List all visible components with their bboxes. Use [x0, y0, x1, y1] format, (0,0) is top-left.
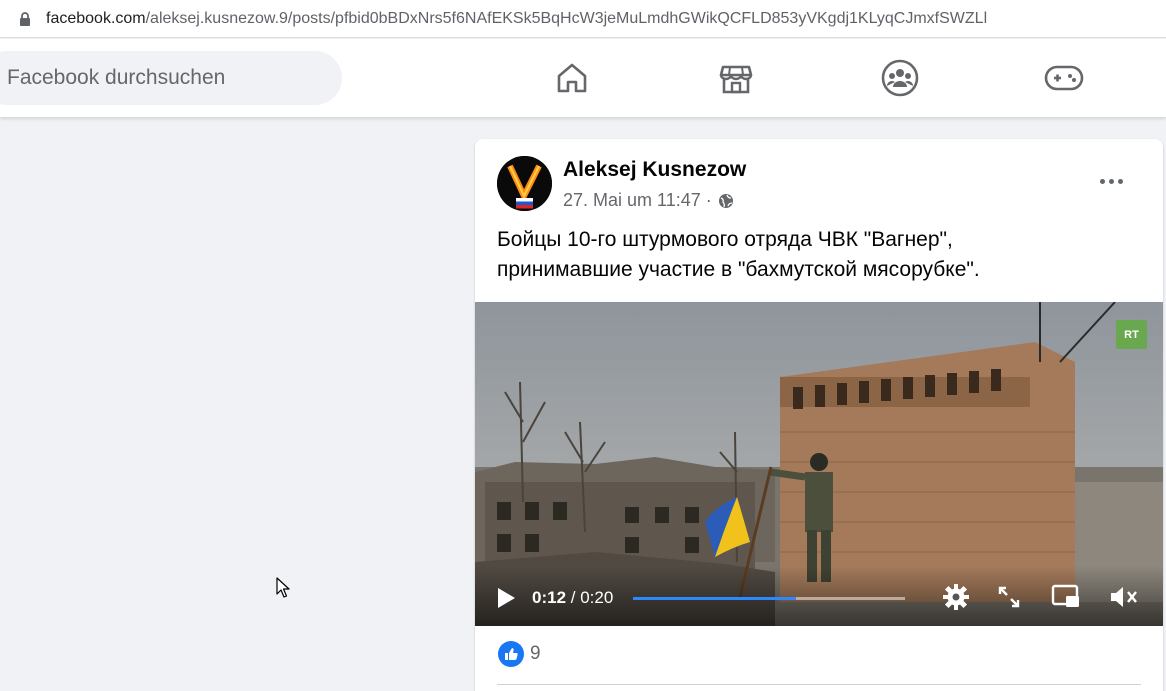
cursor-icon [276, 577, 290, 599]
post-timestamp[interactable]: 27. Mai um 11:47 · [563, 190, 712, 211]
post-meta: 27. Mai um 11:47 · [563, 190, 734, 211]
search-box[interactable] [0, 51, 342, 105]
marketplace-icon[interactable] [714, 56, 758, 100]
video-time: 0:12 / 0:20 [532, 588, 613, 608]
url-path: /aleksej.kusnezow.9/posts/pfbid0bBDxNrs5… [145, 9, 988, 27]
dot-icon [1117, 178, 1123, 184]
browser-address-bar[interactable]: facebook.com/aleksej.kusnezow.9/posts/pf… [0, 0, 1166, 38]
reactions-summary[interactable]: 9 [498, 641, 541, 667]
avatar[interactable] [497, 156, 552, 211]
video-controls: 0:12 / 0:20 [475, 566, 1163, 626]
video-progress-fill [633, 597, 797, 600]
play-icon[interactable] [495, 586, 517, 610]
video-player[interactable]: RT 0:12 / 0:20 [475, 302, 1163, 626]
post-text: Бойцы 10-го штурмового отряда ЧВК "Вагне… [497, 225, 1137, 285]
divider [497, 684, 1141, 685]
post-text-line: Бойцы 10-го штурмового отряда ЧВК "Вагне… [497, 228, 953, 251]
facebook-header [0, 39, 1166, 117]
dot-icon [1108, 178, 1114, 184]
settings-icon[interactable] [940, 581, 972, 613]
home-icon[interactable] [550, 56, 594, 100]
video-current-time: 0:12 [532, 588, 567, 607]
video-duration: 0:20 [580, 588, 614, 607]
post-text-line: принимавшие участие в "бахмутской мясору… [497, 258, 980, 281]
video-time-separator: / [566, 588, 581, 607]
fullscreen-icon[interactable] [993, 581, 1025, 613]
lock-icon [18, 11, 32, 26]
like-count: 9 [530, 643, 541, 664]
globe-icon [718, 193, 734, 209]
dot-icon [1099, 178, 1105, 184]
groups-icon[interactable] [878, 56, 922, 100]
like-icon [498, 641, 524, 667]
video-progress-bar[interactable] [633, 597, 905, 600]
url-text[interactable]: facebook.com/aleksej.kusnezow.9/posts/pf… [46, 10, 987, 28]
more-options-button[interactable] [1091, 163, 1131, 199]
mute-icon[interactable] [1108, 581, 1140, 613]
post-card: Aleksej Kusnezow 27. Mai um 11:47 · Бойц… [475, 139, 1163, 691]
post-author[interactable]: Aleksej Kusnezow [563, 158, 746, 182]
gaming-icon[interactable] [1042, 56, 1086, 100]
rt-watermark: RT [1116, 320, 1147, 349]
search-input[interactable] [7, 66, 327, 90]
url-domain: facebook.com [46, 9, 146, 27]
picture-in-picture-icon[interactable] [1050, 581, 1082, 613]
